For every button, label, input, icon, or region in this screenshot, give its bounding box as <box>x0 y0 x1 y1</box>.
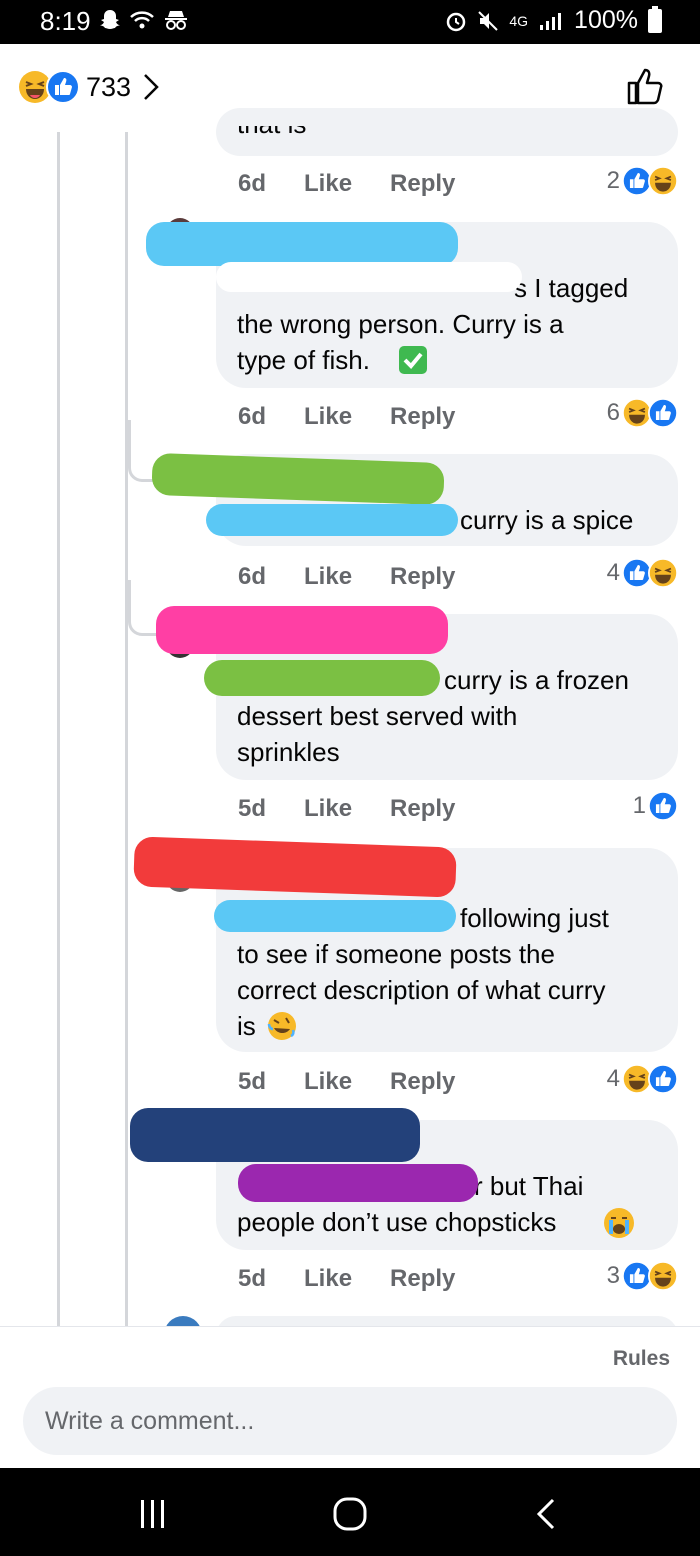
comment-composer: Rules Write a comment... <box>0 1326 700 1468</box>
comment-age: 5d <box>238 1068 267 1095</box>
network-type: 4G <box>509 12 529 29</box>
thread-elbow <box>128 580 158 636</box>
comment-input[interactable]: Write a comment... <box>23 1387 677 1455</box>
reactions-summary[interactable]: 733 <box>18 70 159 104</box>
reply-link[interactable]: Reply <box>390 403 455 431</box>
notification-icons <box>100 9 188 31</box>
haha-icon <box>648 558 678 588</box>
comment-text: the wrong person. Curry is a <box>237 309 564 339</box>
comment-actions: 5d Like Reply <box>238 1068 455 1096</box>
comment-reactions[interactable]: 6 <box>607 398 678 428</box>
comment-text: r but Thai <box>474 1171 584 1201</box>
rules-link[interactable]: Rules <box>613 1347 670 1371</box>
snapchat-icon <box>100 10 120 29</box>
comment-reactions[interactable]: 4 <box>607 558 678 588</box>
wifi-icon <box>130 11 154 29</box>
reaction-count: 733 <box>86 71 132 102</box>
like-outline-icon[interactable] <box>626 66 666 106</box>
comment-text: correct description of what curry <box>237 975 606 1005</box>
comment-reactions[interactable]: 3 <box>607 1261 678 1291</box>
comment-text: sprinkles <box>237 737 340 767</box>
reply-link[interactable]: Reply <box>390 563 455 591</box>
comment-text: is <box>237 1011 256 1041</box>
reaction-count: 2 <box>606 167 620 194</box>
haha-icon <box>648 1261 678 1291</box>
like-icon <box>648 1064 678 1094</box>
comment-actions: 5d Like Reply <box>238 795 455 823</box>
reply-link[interactable]: Reply <box>390 795 455 823</box>
comment-text: curry is a frozen <box>444 665 629 695</box>
incognito-icon <box>165 11 187 30</box>
mute-icon <box>478 10 499 31</box>
redaction-scribble <box>238 1164 478 1202</box>
recent-apps-icon[interactable] <box>138 1498 168 1530</box>
like-link[interactable]: Like <box>304 1068 352 1096</box>
comment-actions: 6d Like Reply <box>238 563 455 591</box>
comment-actions: 6d Like Reply <box>238 403 455 431</box>
system-nav-bar <box>0 1468 700 1556</box>
home-icon[interactable] <box>332 1496 368 1532</box>
comment-reactions[interactable]: 2 <box>607 166 678 196</box>
comment-age: 5d <box>238 1265 267 1292</box>
like-link[interactable]: Like <box>304 563 352 591</box>
like-icon <box>648 398 678 428</box>
thread-line-outer <box>57 132 60 1326</box>
like-link[interactable]: Like <box>304 795 352 823</box>
comment-text: to see if someone posts the <box>237 939 555 969</box>
like-link[interactable]: Like <box>304 403 352 431</box>
haha-icon <box>648 166 678 196</box>
comment-text: following just <box>460 903 609 933</box>
reaction-count: 4 <box>606 559 620 586</box>
back-icon[interactable] <box>536 1498 556 1530</box>
redaction-scribble <box>206 504 458 536</box>
thread-line-inner <box>125 132 128 1326</box>
comment-reactions[interactable]: 1 <box>633 791 678 821</box>
signal-icon <box>540 12 562 30</box>
comment-bubble: that is <box>216 108 678 156</box>
redaction-scribble <box>151 452 445 506</box>
crying-emoji <box>604 1208 634 1238</box>
chevron-right-icon <box>144 74 159 100</box>
redaction-scribble <box>204 660 440 696</box>
reaction-count: 1 <box>632 792 646 819</box>
rolling-laughing-emoji <box>267 1012 296 1040</box>
redaction-scribble <box>216 262 522 292</box>
battery-icon <box>648 5 662 33</box>
alarm-icon <box>447 12 466 31</box>
comment-age: 6d <box>238 403 267 430</box>
comment-text: that is <box>237 109 307 139</box>
comment-text: curry is a spice <box>460 505 634 535</box>
comment-reactions[interactable]: 4 <box>607 1064 678 1094</box>
comment-text: s I tagged <box>514 273 629 303</box>
status-bar: 8:19 4G 100% <box>0 0 700 44</box>
comment-text: type of fish. <box>237 345 370 375</box>
redaction-scribble <box>214 900 456 932</box>
comment-text: dessert best served with <box>237 701 518 731</box>
comment-age: 5d <box>238 795 267 822</box>
comment-age: 6d <box>238 170 267 197</box>
reply-link[interactable]: Reply <box>390 170 455 198</box>
comment-actions: 5d Like Reply <box>238 1265 455 1293</box>
like-link[interactable]: Like <box>304 170 352 198</box>
redaction-scribble <box>156 606 448 654</box>
reaction-count: 4 <box>606 1065 620 1092</box>
clock: 8:19 <box>40 6 91 36</box>
comment-text: people don’t use chopsticks <box>237 1207 557 1237</box>
reaction-count: 6 <box>606 399 620 426</box>
like-icon <box>46 70 80 104</box>
reaction-count: 3 <box>606 1262 620 1289</box>
system-icons: 4G 100% <box>445 5 662 35</box>
comment-actions: 6d Like Reply <box>238 170 455 198</box>
reply-link[interactable]: Reply <box>390 1265 455 1293</box>
reply-link[interactable]: Reply <box>390 1068 455 1096</box>
comment-age: 6d <box>238 563 267 590</box>
redaction-scribble <box>130 1108 420 1162</box>
like-link[interactable]: Like <box>304 1265 352 1293</box>
check-mark-emoji <box>399 346 427 374</box>
redaction-scribble <box>146 222 458 266</box>
battery-percent: 100% <box>574 6 638 34</box>
like-icon <box>648 791 678 821</box>
